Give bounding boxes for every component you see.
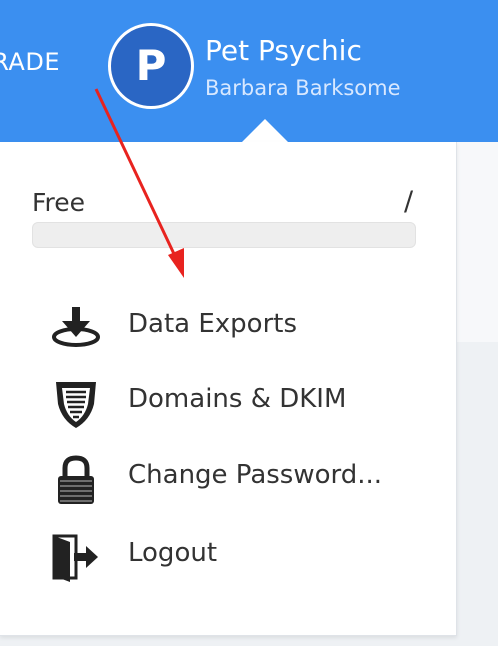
menu-item-label: Change Password... xyxy=(128,460,383,490)
menu-item-label: Domains & DKIM xyxy=(128,384,347,414)
menu-item-change-password[interactable]: Change Password... xyxy=(0,448,457,508)
user-name: Barbara Barksome xyxy=(205,76,401,100)
download-icon xyxy=(50,303,102,351)
shield-icon xyxy=(50,378,102,428)
plan-usage-separator: / xyxy=(404,186,414,217)
account-dropdown-menu: Free / Data Exports Domains & DKIM Chang… xyxy=(0,142,457,636)
background-content xyxy=(457,142,498,342)
logout-icon xyxy=(50,532,102,582)
menu-item-data-exports[interactable]: Data Exports xyxy=(0,297,457,357)
menu-item-label: Logout xyxy=(128,538,218,568)
avatar[interactable]: P xyxy=(108,23,194,109)
upgrade-link[interactable]: UPGRADE xyxy=(0,48,60,76)
org-name[interactable]: Pet Psychic xyxy=(205,34,362,67)
header-bar: UPGRADE P Pet Psychic Barbara Barksome xyxy=(0,0,498,143)
plan-label: Free xyxy=(32,188,86,217)
menu-item-domains-dkim[interactable]: Domains & DKIM xyxy=(0,372,457,432)
menu-item-logout[interactable]: Logout xyxy=(0,526,457,586)
lock-icon xyxy=(50,454,102,504)
dropdown-caret xyxy=(241,119,289,143)
menu-item-label: Data Exports xyxy=(128,309,297,339)
plan-usage-progress xyxy=(32,222,416,248)
